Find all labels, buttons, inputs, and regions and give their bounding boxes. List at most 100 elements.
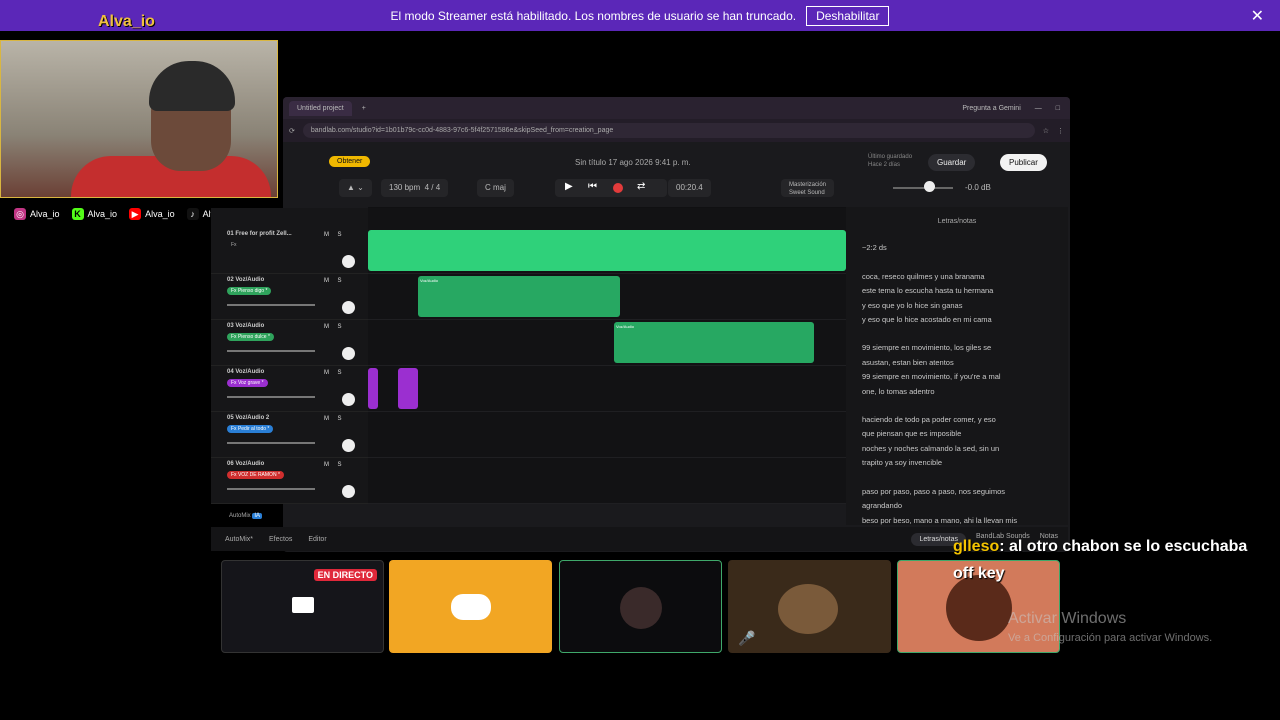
time-display: 00:20.4 <box>668 179 711 197</box>
lane[interactable] <box>368 412 846 458</box>
disable-streamer-button[interactable]: Deshabilitar <box>806 5 890 26</box>
activate-subtitle: Ve a Configuración para activar Windows. <box>1008 632 1213 644</box>
audio-clip[interactable] <box>368 368 378 409</box>
pan-knob[interactable] <box>342 485 355 498</box>
mute-button[interactable]: M <box>322 369 331 378</box>
stream-preview-tile[interactable]: EN DIRECTO <box>221 560 384 653</box>
volume-fader[interactable] <box>227 350 315 352</box>
editor-tab[interactable]: Editor <box>308 536 326 543</box>
participant-tile[interactable]: 🎤 <box>728 560 891 653</box>
bpm-field[interactable]: 130 bpm 4 / 4 <box>381 179 449 197</box>
solo-button[interactable]: S <box>335 415 344 424</box>
minimize-icon[interactable]: — <box>1035 105 1042 112</box>
lane[interactable]: Voz/Audio <box>368 274 846 320</box>
automix-row[interactable]: AutoMix IA <box>211 508 368 524</box>
volume-fader[interactable] <box>227 488 315 490</box>
pan-knob[interactable] <box>342 301 355 314</box>
mute-button[interactable]: M <box>322 323 331 332</box>
track-header[interactable]: 06 Voz/Audio M S Fx VOZ DE RAMON * <box>211 458 368 504</box>
solo-button[interactable]: S <box>335 231 344 240</box>
mute-button[interactable]: M <box>322 277 331 286</box>
track-panel: 01 Free for profit Zell... M S Fx 02 Voz… <box>211 208 368 519</box>
skip-back-icon[interactable]: ⏮ <box>588 181 597 192</box>
audio-clip[interactable] <box>398 368 418 409</box>
audio-clip[interactable] <box>368 230 846 271</box>
track-fx-tag[interactable]: Fx Pienso digo * <box>227 287 272 295</box>
mastering-button[interactable]: Masterización Sweet Sound <box>781 179 835 197</box>
new-tab-icon[interactable]: + <box>362 105 366 112</box>
social-kick: K Alva_io <box>71 208 117 220</box>
track-header[interactable]: 02 Voz/Audio M S Fx Pienso digo * <box>211 274 368 320</box>
track-fx-tag[interactable]: Fx Voz grave * <box>227 379 268 387</box>
track-header[interactable]: 04 Voz/Audio M S Fx Voz grave * <box>211 366 368 412</box>
track-fx-tag[interactable]: Fx <box>227 241 241 249</box>
studio-header: Obtener Sin título 17 ago 2026 9:41 p. m… <box>283 149 1070 177</box>
volume-fader[interactable] <box>227 442 315 444</box>
solo-button[interactable]: S <box>335 323 344 332</box>
chat-username: glleso <box>953 538 1000 555</box>
muted-mic-icon: 🎤 <box>738 630 756 646</box>
url-field[interactable]: bandlab.com/studio?id=1b01b79c-cc0d-4883… <box>302 123 1035 138</box>
record-icon[interactable] <box>613 183 623 193</box>
mute-button[interactable]: M <box>322 415 331 424</box>
star-icon[interactable]: ☆ <box>1043 127 1049 135</box>
track-name: 06 Voz/Audio <box>227 461 265 467</box>
banner-message: El modo Streamer está habilitado. Los no… <box>390 8 797 23</box>
extensions-icon[interactable]: ⋮ <box>1057 127 1064 135</box>
lyrics-paragraph: coca, reseco quilmes y una branama este … <box>862 271 994 325</box>
track-fx-tag[interactable]: Fx Pienso dulce * <box>227 333 274 341</box>
pan-knob[interactable] <box>342 393 355 406</box>
track-fx-tag[interactable]: Fx VOZ DE RAMON * <box>227 471 284 479</box>
play-icon[interactable]: ▶ <box>565 181 573 192</box>
lane[interactable] <box>368 228 846 274</box>
track-header[interactable]: 03 Voz/Audio M S Fx Pienso dulce * <box>211 320 368 366</box>
solo-button[interactable]: S <box>335 461 344 470</box>
close-icon[interactable]: ✕ <box>1251 6 1264 26</box>
track-fx-tag[interactable]: Fx Pedir al todo * <box>227 425 274 433</box>
master-volume-slider[interactable] <box>893 187 953 189</box>
maximize-icon[interactable]: □ <box>1056 105 1060 112</box>
save-status: Último guardado Hace 2 días <box>868 154 913 168</box>
publish-button[interactable]: Publicar <box>1000 154 1047 171</box>
loop-icon[interactable]: ⇄ <box>637 181 645 192</box>
participant-tile[interactable] <box>389 560 552 653</box>
mute-button[interactable]: M <box>322 461 331 470</box>
participant-tile[interactable] <box>559 560 722 653</box>
master-volume-knob[interactable] <box>924 181 935 192</box>
volume-fader[interactable] <box>227 396 315 398</box>
browser-tab[interactable]: Untitled project <box>289 100 352 116</box>
lyrics-header: Letras/notas <box>937 218 977 225</box>
kick-icon: K <box>71 208 84 220</box>
obtener-button[interactable]: Obtener <box>329 156 371 167</box>
solo-button[interactable]: S <box>335 277 344 286</box>
lane[interactable] <box>368 458 846 504</box>
chat-message: glleso: al otro chabon se lo escuchaba o… <box>953 533 1253 587</box>
track-name: 05 Voz/Audio 2 <box>227 415 270 421</box>
pan-knob[interactable] <box>342 255 355 268</box>
pan-knob[interactable] <box>342 439 355 452</box>
audio-clip[interactable]: Voz/Audio <box>418 276 620 317</box>
lyrics-panel[interactable]: Letras/notas ~2:2 ds coca, reseco quilme… <box>846 207 1068 525</box>
key-field[interactable]: C maj <box>477 179 514 197</box>
track-header[interactable]: 05 Voz/Audio 2 M S Fx Pedir al todo * <box>211 412 368 458</box>
save-button[interactable]: Guardar <box>928 154 976 171</box>
solo-button[interactable]: S <box>335 369 344 378</box>
audio-clip[interactable]: Voz/Audio <box>614 322 814 363</box>
project-title[interactable]: Sin título 17 ago 2026 9:41 p. m. <box>575 158 691 167</box>
browser-tab-bar: Untitled project + Pregunta a Gemini — □ <box>283 97 1070 119</box>
volume-fader[interactable] <box>227 304 315 306</box>
timeline-lanes[interactable]: Voz/Audio Voz/Audio <box>368 208 846 504</box>
effects-tab[interactable]: Efectos <box>269 536 292 543</box>
pan-knob[interactable] <box>342 347 355 360</box>
lane[interactable]: Voz/Audio <box>368 320 846 366</box>
reload-icon[interactable]: ⟳ <box>289 127 295 135</box>
automix-tab[interactable]: AutoMix* <box>225 536 253 543</box>
avatar <box>620 587 662 629</box>
track-header[interactable]: 01 Free for profit Zell... M S Fx <box>211 228 368 274</box>
gemini-button[interactable]: Pregunta a Gemini <box>962 105 1020 112</box>
lane[interactable] <box>368 366 846 412</box>
mute-button[interactable]: M <box>322 231 331 240</box>
browser-url-bar: ⟳ bandlab.com/studio?id=1b01b79c-cc0d-48… <box>283 119 1070 142</box>
metronome-icon[interactable]: ▲ ⌄ <box>339 179 372 197</box>
social-instagram: ◎ Alva_io <box>14 208 60 220</box>
